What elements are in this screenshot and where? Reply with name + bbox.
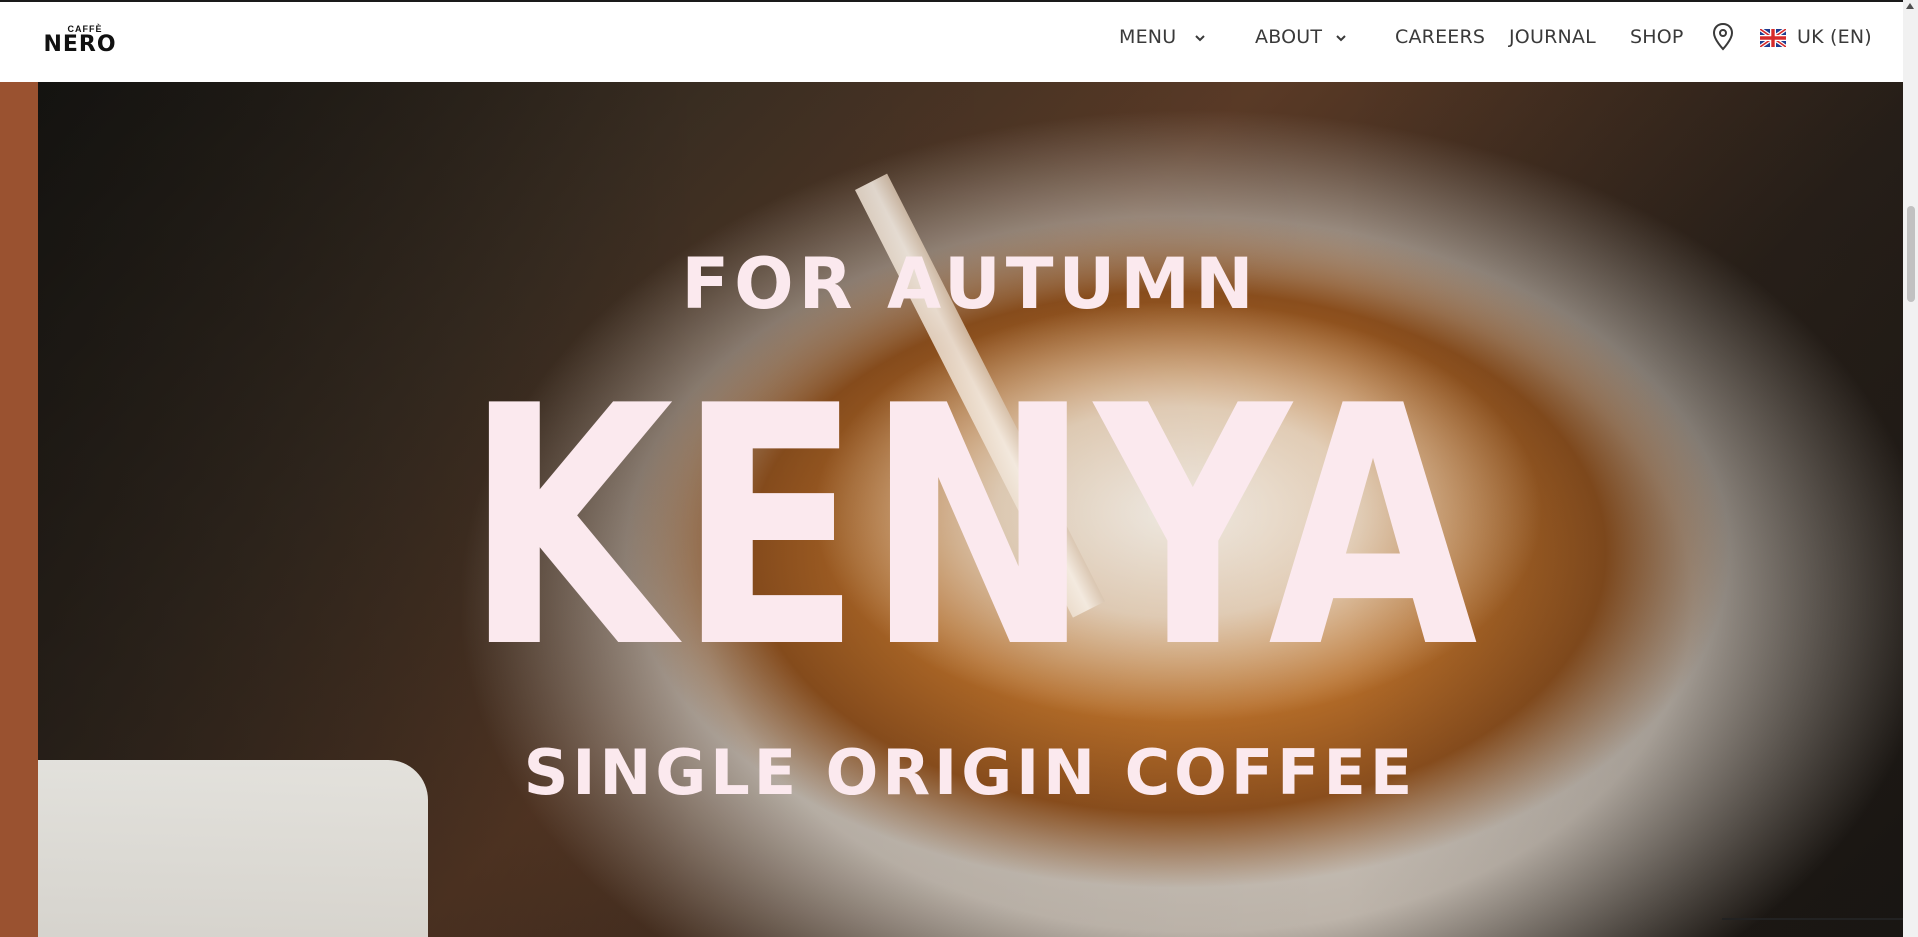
page-scrollbar[interactable] bbox=[1903, 0, 1918, 937]
nav-journal[interactable]: JOURNAL bbox=[1509, 26, 1596, 48]
nav-menu[interactable]: MENU bbox=[1119, 26, 1176, 48]
nav-shop[interactable]: SHOP bbox=[1630, 26, 1684, 48]
hero-eyebrow: FOR AUTUMN bbox=[681, 243, 1259, 325]
location-pin-icon[interactable] bbox=[1711, 22, 1735, 52]
logo-big-text: NERO bbox=[43, 32, 117, 57]
nav-about[interactable]: ABOUT bbox=[1255, 26, 1322, 48]
hero-headline: KENYA bbox=[464, 336, 1481, 720]
region-selector[interactable]: UK (EN) bbox=[1797, 26, 1872, 48]
hero-subheadline: SINGLE ORIGIN COFFEE bbox=[523, 736, 1417, 809]
scrollbar-thumb[interactable] bbox=[1907, 206, 1915, 302]
left-accent-strip bbox=[0, 82, 38, 937]
scroll-up-arrow-icon[interactable] bbox=[1906, 3, 1914, 9]
uk-flag-icon[interactable] bbox=[1758, 27, 1788, 49]
site-header: CAFFÈ NERO MENU ABOUT CAREERS JOURNAL SH… bbox=[0, 0, 1903, 82]
caffe-nero-logo[interactable]: CAFFÈ NERO bbox=[37, 24, 123, 58]
chevron-down-icon[interactable] bbox=[1333, 30, 1349, 46]
chevron-down-icon[interactable] bbox=[1192, 30, 1208, 46]
nav-careers[interactable]: CAREERS bbox=[1395, 26, 1485, 48]
carousel-progress-line bbox=[1722, 918, 1903, 920]
